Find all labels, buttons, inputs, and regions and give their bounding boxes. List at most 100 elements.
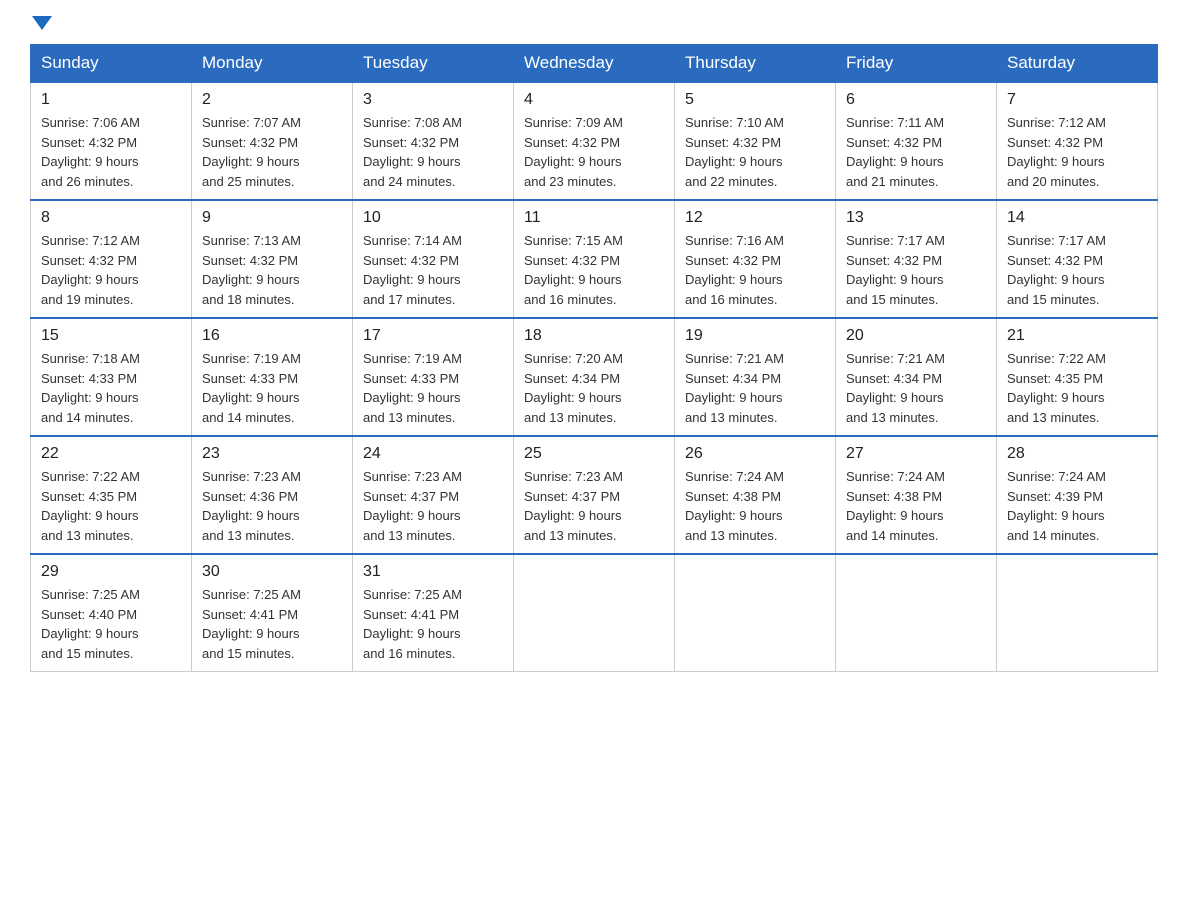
day-number: 18 <box>524 327 664 345</box>
day-header-friday: Friday <box>836 45 997 83</box>
day-number: 2 <box>202 91 342 109</box>
day-number: 28 <box>1007 445 1147 463</box>
calendar-cell: 2 Sunrise: 7:07 AM Sunset: 4:32 PM Dayli… <box>192 82 353 200</box>
page-header <box>30 20 1158 34</box>
day-info: Sunrise: 7:08 AM Sunset: 4:32 PM Dayligh… <box>363 113 503 191</box>
calendar-cell: 24 Sunrise: 7:23 AM Sunset: 4:37 PM Dayl… <box>353 436 514 554</box>
day-info: Sunrise: 7:25 AM Sunset: 4:41 PM Dayligh… <box>363 585 503 663</box>
day-info: Sunrise: 7:16 AM Sunset: 4:32 PM Dayligh… <box>685 231 825 309</box>
day-number: 6 <box>846 91 986 109</box>
calendar-cell: 26 Sunrise: 7:24 AM Sunset: 4:38 PM Dayl… <box>675 436 836 554</box>
day-number: 14 <box>1007 209 1147 227</box>
day-number: 17 <box>363 327 503 345</box>
day-number: 25 <box>524 445 664 463</box>
day-info: Sunrise: 7:10 AM Sunset: 4:32 PM Dayligh… <box>685 113 825 191</box>
day-number: 27 <box>846 445 986 463</box>
day-number: 1 <box>41 91 181 109</box>
day-info: Sunrise: 7:07 AM Sunset: 4:32 PM Dayligh… <box>202 113 342 191</box>
day-info: Sunrise: 7:25 AM Sunset: 4:40 PM Dayligh… <box>41 585 181 663</box>
calendar-cell: 22 Sunrise: 7:22 AM Sunset: 4:35 PM Dayl… <box>31 436 192 554</box>
calendar-cell: 13 Sunrise: 7:17 AM Sunset: 4:32 PM Dayl… <box>836 200 997 318</box>
day-info: Sunrise: 7:09 AM Sunset: 4:32 PM Dayligh… <box>524 113 664 191</box>
calendar-week-row: 15 Sunrise: 7:18 AM Sunset: 4:33 PM Dayl… <box>31 318 1158 436</box>
calendar-cell: 4 Sunrise: 7:09 AM Sunset: 4:32 PM Dayli… <box>514 82 675 200</box>
day-number: 10 <box>363 209 503 227</box>
calendar-cell: 1 Sunrise: 7:06 AM Sunset: 4:32 PM Dayli… <box>31 82 192 200</box>
day-info: Sunrise: 7:06 AM Sunset: 4:32 PM Dayligh… <box>41 113 181 191</box>
day-number: 23 <box>202 445 342 463</box>
day-header-thursday: Thursday <box>675 45 836 83</box>
day-info: Sunrise: 7:18 AM Sunset: 4:33 PM Dayligh… <box>41 349 181 427</box>
day-info: Sunrise: 7:23 AM Sunset: 4:37 PM Dayligh… <box>363 467 503 545</box>
calendar-cell: 25 Sunrise: 7:23 AM Sunset: 4:37 PM Dayl… <box>514 436 675 554</box>
day-info: Sunrise: 7:14 AM Sunset: 4:32 PM Dayligh… <box>363 231 503 309</box>
day-info: Sunrise: 7:15 AM Sunset: 4:32 PM Dayligh… <box>524 231 664 309</box>
calendar-cell: 30 Sunrise: 7:25 AM Sunset: 4:41 PM Dayl… <box>192 554 353 672</box>
calendar-cell: 11 Sunrise: 7:15 AM Sunset: 4:32 PM Dayl… <box>514 200 675 318</box>
day-number: 15 <box>41 327 181 345</box>
day-info: Sunrise: 7:17 AM Sunset: 4:32 PM Dayligh… <box>1007 231 1147 309</box>
day-info: Sunrise: 7:21 AM Sunset: 4:34 PM Dayligh… <box>685 349 825 427</box>
day-info: Sunrise: 7:19 AM Sunset: 4:33 PM Dayligh… <box>202 349 342 427</box>
calendar-cell: 14 Sunrise: 7:17 AM Sunset: 4:32 PM Dayl… <box>997 200 1158 318</box>
calendar-cell: 17 Sunrise: 7:19 AM Sunset: 4:33 PM Dayl… <box>353 318 514 436</box>
day-number: 19 <box>685 327 825 345</box>
day-number: 11 <box>524 209 664 227</box>
day-number: 5 <box>685 91 825 109</box>
calendar-cell: 31 Sunrise: 7:25 AM Sunset: 4:41 PM Dayl… <box>353 554 514 672</box>
day-header-monday: Monday <box>192 45 353 83</box>
day-number: 9 <box>202 209 342 227</box>
calendar-week-row: 8 Sunrise: 7:12 AM Sunset: 4:32 PM Dayli… <box>31 200 1158 318</box>
calendar-cell: 10 Sunrise: 7:14 AM Sunset: 4:32 PM Dayl… <box>353 200 514 318</box>
calendar-week-row: 22 Sunrise: 7:22 AM Sunset: 4:35 PM Dayl… <box>31 436 1158 554</box>
day-info: Sunrise: 7:22 AM Sunset: 4:35 PM Dayligh… <box>1007 349 1147 427</box>
day-info: Sunrise: 7:25 AM Sunset: 4:41 PM Dayligh… <box>202 585 342 663</box>
calendar-cell: 6 Sunrise: 7:11 AM Sunset: 4:32 PM Dayli… <box>836 82 997 200</box>
day-number: 29 <box>41 563 181 581</box>
day-number: 16 <box>202 327 342 345</box>
calendar-week-row: 29 Sunrise: 7:25 AM Sunset: 4:40 PM Dayl… <box>31 554 1158 672</box>
day-info: Sunrise: 7:11 AM Sunset: 4:32 PM Dayligh… <box>846 113 986 191</box>
day-info: Sunrise: 7:22 AM Sunset: 4:35 PM Dayligh… <box>41 467 181 545</box>
day-number: 8 <box>41 209 181 227</box>
calendar-cell: 12 Sunrise: 7:16 AM Sunset: 4:32 PM Dayl… <box>675 200 836 318</box>
day-number: 30 <box>202 563 342 581</box>
day-header-sunday: Sunday <box>31 45 192 83</box>
day-info: Sunrise: 7:20 AM Sunset: 4:34 PM Dayligh… <box>524 349 664 427</box>
day-info: Sunrise: 7:24 AM Sunset: 4:38 PM Dayligh… <box>685 467 825 545</box>
day-header-wednesday: Wednesday <box>514 45 675 83</box>
day-number: 24 <box>363 445 503 463</box>
calendar-week-row: 1 Sunrise: 7:06 AM Sunset: 4:32 PM Dayli… <box>31 82 1158 200</box>
day-info: Sunrise: 7:21 AM Sunset: 4:34 PM Dayligh… <box>846 349 986 427</box>
calendar-cell <box>675 554 836 672</box>
calendar-cell: 16 Sunrise: 7:19 AM Sunset: 4:33 PM Dayl… <box>192 318 353 436</box>
calendar-cell: 20 Sunrise: 7:21 AM Sunset: 4:34 PM Dayl… <box>836 318 997 436</box>
calendar-cell: 28 Sunrise: 7:24 AM Sunset: 4:39 PM Dayl… <box>997 436 1158 554</box>
day-number: 31 <box>363 563 503 581</box>
logo-triangle-icon <box>32 16 52 30</box>
day-info: Sunrise: 7:12 AM Sunset: 4:32 PM Dayligh… <box>1007 113 1147 191</box>
day-number: 22 <box>41 445 181 463</box>
day-number: 20 <box>846 327 986 345</box>
logo <box>30 20 52 34</box>
calendar-cell: 29 Sunrise: 7:25 AM Sunset: 4:40 PM Dayl… <box>31 554 192 672</box>
day-number: 7 <box>1007 91 1147 109</box>
day-info: Sunrise: 7:24 AM Sunset: 4:38 PM Dayligh… <box>846 467 986 545</box>
calendar-cell: 8 Sunrise: 7:12 AM Sunset: 4:32 PM Dayli… <box>31 200 192 318</box>
calendar-cell: 5 Sunrise: 7:10 AM Sunset: 4:32 PM Dayli… <box>675 82 836 200</box>
day-info: Sunrise: 7:17 AM Sunset: 4:32 PM Dayligh… <box>846 231 986 309</box>
day-info: Sunrise: 7:24 AM Sunset: 4:39 PM Dayligh… <box>1007 467 1147 545</box>
day-header-saturday: Saturday <box>997 45 1158 83</box>
calendar-cell: 9 Sunrise: 7:13 AM Sunset: 4:32 PM Dayli… <box>192 200 353 318</box>
calendar-cell: 23 Sunrise: 7:23 AM Sunset: 4:36 PM Dayl… <box>192 436 353 554</box>
day-info: Sunrise: 7:19 AM Sunset: 4:33 PM Dayligh… <box>363 349 503 427</box>
calendar-cell: 19 Sunrise: 7:21 AM Sunset: 4:34 PM Dayl… <box>675 318 836 436</box>
day-number: 21 <box>1007 327 1147 345</box>
day-info: Sunrise: 7:23 AM Sunset: 4:36 PM Dayligh… <box>202 467 342 545</box>
day-number: 26 <box>685 445 825 463</box>
calendar-cell: 27 Sunrise: 7:24 AM Sunset: 4:38 PM Dayl… <box>836 436 997 554</box>
day-header-tuesday: Tuesday <box>353 45 514 83</box>
calendar-table: SundayMondayTuesdayWednesdayThursdayFrid… <box>30 44 1158 672</box>
calendar-header-row: SundayMondayTuesdayWednesdayThursdayFrid… <box>31 45 1158 83</box>
day-info: Sunrise: 7:13 AM Sunset: 4:32 PM Dayligh… <box>202 231 342 309</box>
